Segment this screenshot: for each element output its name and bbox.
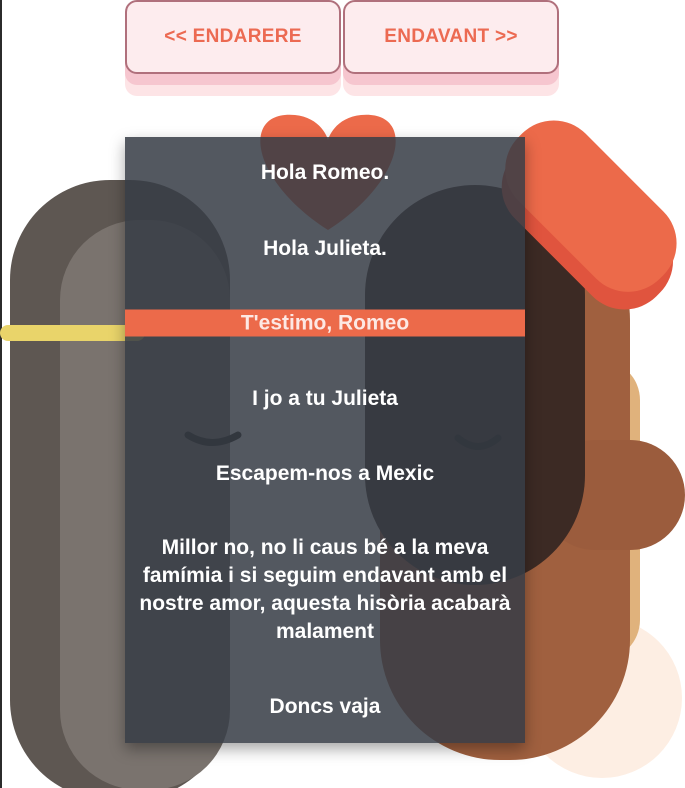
dialogue-line: Millor no, no li caus bé a la meva famím…	[139, 536, 511, 643]
next-button[interactable]: ENDAVANT >>	[343, 0, 559, 74]
dialogue-line: Escapem-nos a Mexic	[215, 462, 435, 485]
dialogue-line: Hola Julieta.	[263, 237, 387, 260]
dialogue-line: Hola Romeo.	[260, 161, 390, 184]
dialogue-line-highlighted: T'estimo, Romeo	[125, 309, 525, 337]
dialogue-line: I jo a tu Julieta	[252, 387, 398, 410]
dialogue-panel: Hola Romeo. Hola Julieta. T'estimo, Rome…	[125, 137, 525, 743]
dialogue-line: Doncs vaja	[269, 695, 381, 718]
previous-button[interactable]: << ENDARERE	[125, 0, 341, 74]
